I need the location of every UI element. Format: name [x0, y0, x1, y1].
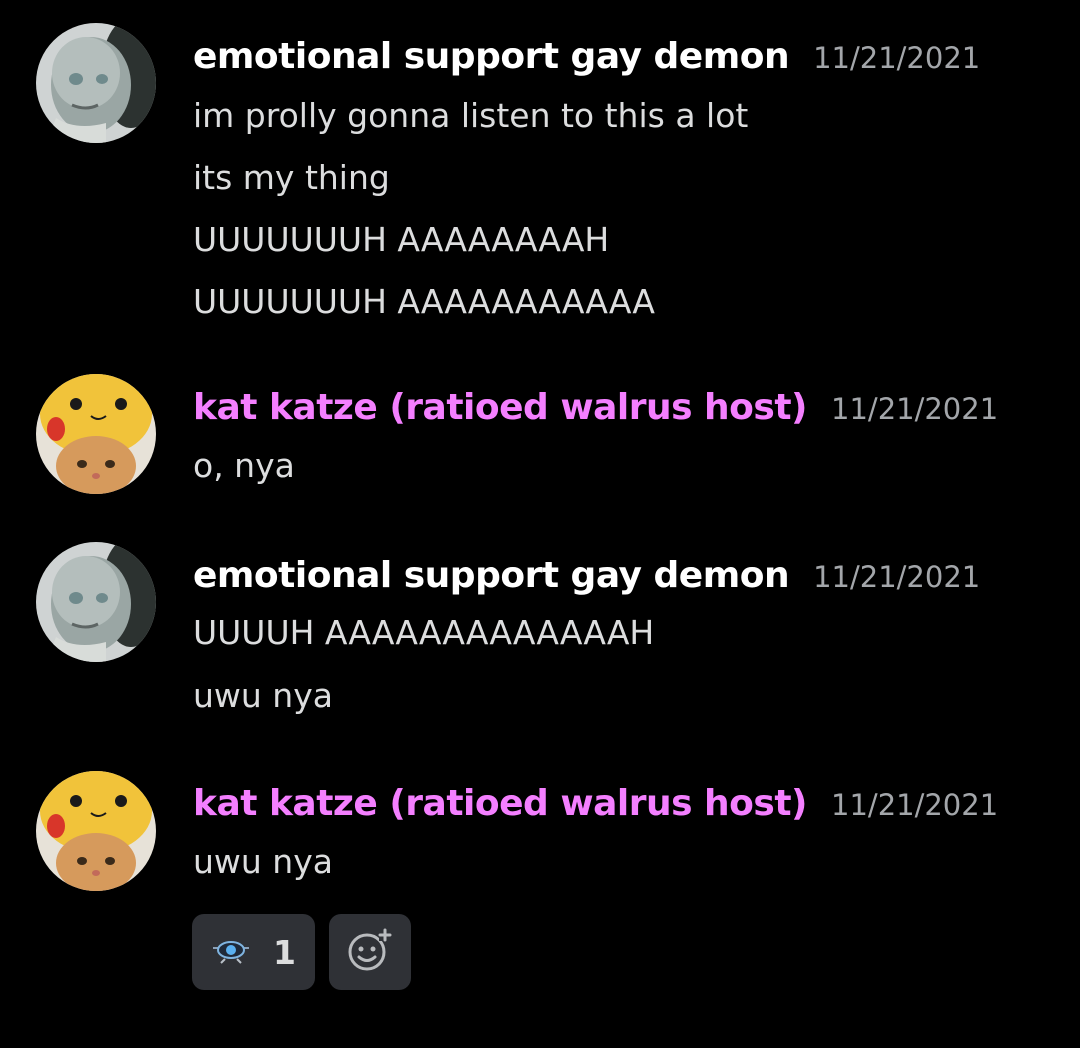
ufo-emoji-icon	[211, 936, 251, 968]
message-text: im prolly gonna listen to this a lot	[193, 96, 749, 135]
avatar[interactable]	[36, 542, 156, 662]
message-text: uwu nya	[193, 842, 333, 881]
message-header: emotional support gay demon 11/21/2021	[193, 36, 980, 77]
bald-face-avatar-icon	[36, 23, 156, 143]
username[interactable]: kat katze (ratioed walrus host)	[193, 387, 808, 428]
avatar[interactable]	[36, 771, 156, 891]
timestamp: 11/21/2021	[813, 560, 981, 594]
username[interactable]: emotional support gay demon	[193, 36, 790, 77]
bald-face-avatar-icon	[36, 542, 156, 662]
message-text: o, nya	[193, 446, 295, 485]
cat-pikachu-hat-avatar-icon	[36, 771, 156, 891]
message-header: kat katze (ratioed walrus host) 11/21/20…	[193, 387, 998, 428]
message-text: UUUUH AAAAAAAAAAAAAH	[193, 613, 655, 652]
message-text: its my thing	[193, 158, 390, 197]
avatar[interactable]	[36, 23, 156, 143]
reaction-count: 1	[273, 932, 296, 972]
avatar[interactable]	[36, 374, 156, 494]
username[interactable]: emotional support gay demon	[193, 555, 790, 596]
reaction-button[interactable]: 1	[192, 914, 315, 990]
message-text: uwu nya	[193, 676, 333, 715]
message-header: emotional support gay demon 11/21/2021	[193, 555, 980, 596]
message-text: UUUUUUUH AAAAAAAAAAA	[193, 282, 655, 321]
add-reaction-icon	[347, 927, 393, 977]
username[interactable]: kat katze (ratioed walrus host)	[193, 783, 808, 824]
timestamp: 11/21/2021	[831, 788, 999, 822]
message-header: kat katze (ratioed walrus host) 11/21/20…	[193, 783, 998, 824]
timestamp: 11/21/2021	[813, 41, 981, 75]
cat-pikachu-hat-avatar-icon	[36, 374, 156, 494]
add-reaction-button[interactable]	[329, 914, 411, 990]
timestamp: 11/21/2021	[831, 392, 999, 426]
message-text: UUUUUUUH AAAAAAAAH	[193, 220, 610, 259]
